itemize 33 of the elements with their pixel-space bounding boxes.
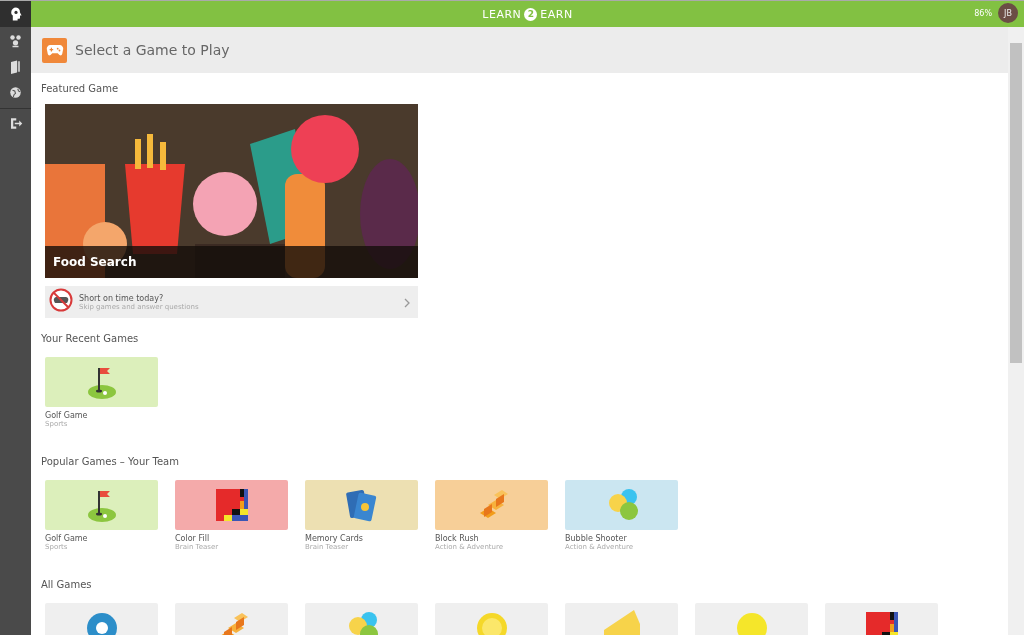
brand-badge: 2 (524, 7, 538, 21)
no-gamepad-icon (49, 288, 73, 312)
game-thumbnail[interactable] (45, 357, 158, 407)
user-avatar[interactable]: JB (998, 3, 1018, 23)
section-heading: All Games (41, 579, 93, 591)
featured-game-card[interactable]: Food Search (45, 104, 418, 278)
game-thumbnail[interactable] (565, 480, 678, 530)
brand-word: LEARN (482, 7, 522, 21)
chevron-right-icon (404, 297, 410, 308)
section-heading: Your Recent Games (41, 333, 140, 345)
section-heading: Popular Games – Your Team (41, 456, 180, 468)
people-icon[interactable] (8, 32, 23, 48)
brand-word: EARN (540, 7, 573, 21)
game-name: Memory Cards (305, 534, 364, 543)
globe-icon[interactable] (8, 84, 23, 100)
page-title: Select a Game to Play (75, 42, 230, 58)
gamepad-icon (42, 37, 67, 63)
featured-game-title: Food Search (45, 246, 418, 278)
game-thumbnail[interactable] (435, 480, 548, 530)
game-name: Color Fill (175, 534, 211, 543)
game-name: Bubble Shooter (565, 534, 628, 543)
game-thumbnail[interactable] (175, 480, 288, 530)
section-heading: Featured Game (41, 83, 120, 95)
game-name: Golf Game (45, 411, 89, 420)
logout-icon[interactable] (8, 115, 23, 131)
banner-title: Short on time today? (79, 293, 165, 303)
book-icon[interactable] (8, 58, 23, 74)
scrollbar[interactable] (1008, 27, 1024, 635)
game-thumbnail[interactable] (45, 480, 158, 530)
progress-percent: 86% (974, 8, 992, 18)
game-thumbnail[interactable] (305, 480, 418, 530)
game-name: Block Rush (435, 534, 480, 543)
game-name: Golf Game (45, 534, 89, 543)
